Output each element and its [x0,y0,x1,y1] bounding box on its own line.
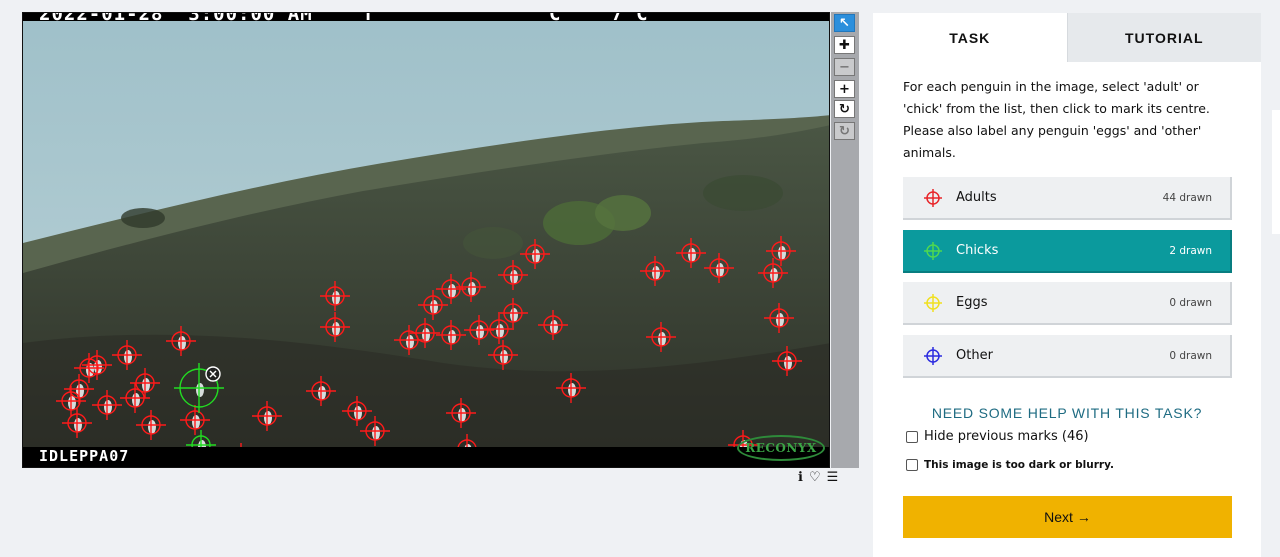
penguin [652,266,660,280]
penguin [532,249,540,263]
too-dark-label: This image is too dark or blurry. [924,459,1114,471]
penguin [148,420,156,434]
side-panel-edge [1272,110,1280,234]
reset-icon[interactable]: ↻ [834,122,855,140]
penguin [716,263,724,277]
camera-brand-logo: RECONYX [737,435,825,461]
tool-label: Adults [956,190,997,205]
penguin [104,400,112,414]
zoom-out-icon[interactable]: − [834,58,855,76]
penguin [448,330,456,344]
rotate-icon[interactable]: ↻ [834,100,855,118]
crosshair-icon [924,294,942,312]
penguin [688,248,696,262]
hide-marks-checkbox[interactable]: Hide previous marks (46) [906,429,1089,444]
next-button[interactable]: Next → [903,496,1232,538]
penguin [784,356,792,370]
image-toolbar: ↖ ✚ − + ↻ ↻ [831,12,859,468]
tool-other-button[interactable]: Other 0 drawn [903,335,1232,378]
tool-count: 44 drawn [1162,192,1212,204]
penguin [74,418,82,432]
image-actions: ℹ ♡ ☰ [798,470,838,486]
penguin [142,378,150,392]
penguin [132,393,140,407]
penguin [476,325,484,339]
task-tabs: TASK TUTORIAL [873,13,1261,62]
crosshair-icon [924,242,942,260]
penguin [568,383,576,397]
penguin [192,415,200,429]
crosshair-icon [924,189,942,207]
penguin [354,406,362,420]
penguin [550,320,558,334]
penguin [500,350,508,364]
penguin [332,291,340,305]
penguin [264,411,272,425]
tool-chicks-button[interactable]: Chicks 2 drawn [903,230,1232,273]
heart-icon[interactable]: ♡ [809,470,821,486]
camera-id: IDLEPPA07 [39,447,130,465]
penguin [510,270,518,284]
checkbox[interactable] [906,459,918,471]
tool-eggs-button[interactable]: Eggs 0 drawn [903,282,1232,325]
penguin [658,332,666,346]
camera-trap-photo[interactable] [23,13,830,468]
penguin [778,246,786,260]
penguin [458,408,466,422]
penguin [76,384,84,398]
tool-adults-button[interactable]: Adults 44 drawn [903,177,1232,220]
tool-count: 2 drawn [1169,245,1212,257]
tool-label: Eggs [956,295,988,310]
task-panel: TASK TUTORIAL For each penguin in the im… [873,13,1261,557]
penguin [430,300,438,314]
zoom-in-icon[interactable]: + [834,80,855,98]
penguin [468,282,476,296]
camera-info-bar: IDLEPPA07 [23,447,829,467]
info-icon[interactable]: ℹ [798,470,803,486]
penguin [124,350,132,364]
penguin [332,322,340,336]
task-instructions: For each penguin in the image, select 'a… [903,79,1210,160]
move-tool-icon[interactable]: ✚ [834,36,855,54]
list-icon[interactable]: ☰ [827,470,839,486]
help-link[interactable]: NEED SOME HELP WITH THIS TASK? [873,405,1261,421]
tab-tutorial[interactable]: TUTORIAL [1066,13,1261,62]
hide-marks-label: Hide previous marks (46) [924,429,1089,444]
pointer-tool-icon[interactable]: ↖ [834,14,855,32]
tool-count: 0 drawn [1169,297,1212,309]
checkbox[interactable] [906,430,918,443]
penguin [448,284,456,298]
penguin [496,324,504,338]
penguin [406,335,414,349]
timestamp-text: 2022-01-28 3:00:00 AM T C 7°C [39,12,649,25]
timestamp-bar: 2022-01-28 3:00:00 AM T C 7°C [23,13,829,25]
tool-count: 0 drawn [1169,350,1212,362]
tool-label: Chicks [956,243,999,258]
penguin [68,396,76,410]
tool-label: Other [956,348,993,363]
penguin [770,268,778,282]
delete-mark-icon[interactable] [205,366,221,382]
crosshair-icon [924,347,942,365]
penguin [318,386,326,400]
penguin [776,313,784,327]
penguin [372,426,380,440]
penguin [178,336,186,350]
tab-task[interactable]: TASK [873,13,1067,62]
penguin [510,308,518,322]
penguin [196,383,204,397]
subject-image-viewer[interactable]: 2022-01-28 3:00:00 AM T C 7°C IDLEPPA07 … [22,12,830,468]
too-dark-checkbox[interactable]: This image is too dark or blurry. [906,459,1114,471]
